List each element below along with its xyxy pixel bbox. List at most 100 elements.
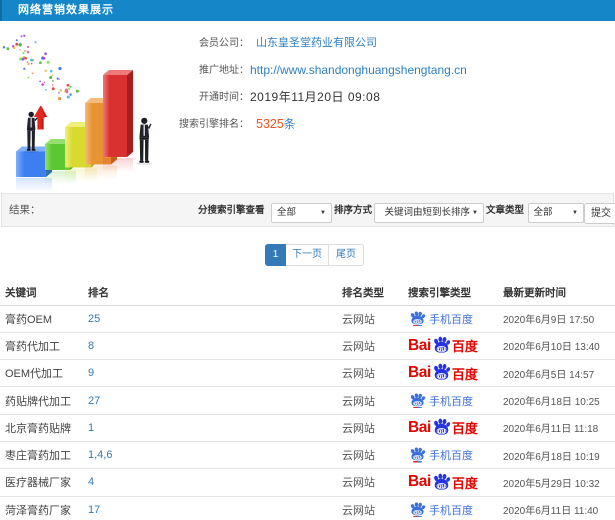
engine-filter-label: 分搜索引擎查看 [198,205,265,216]
chevron-down-icon: ▼ [320,209,326,216]
engine-label: 手机百度 [429,450,473,463]
rank-type-cell: 云网站 [337,359,403,388]
engine-label: 手机百度 [429,504,473,517]
baidu-logo: Bai du 百度 [408,418,498,438]
page-1-button[interactable]: 1 [265,244,286,266]
mobile-baidu-logo: du 手机百度 [409,447,498,463]
info-row: 会员公司： 山东皇圣堂药业有限公司 [175,30,615,57]
paw-du-label: du [414,510,422,516]
title-bar: 网络营销效果展示 [0,0,615,21]
keyword-cell: 膏药代加工 [0,332,83,361]
baidu-wordmark-bai: Bai [408,473,431,491]
engine-cell: du 手机百度 [403,386,498,415]
article-type-select[interactable]: 全部 ▼ [527,202,584,223]
info-row: 推广地址： http://www.shandonghuangshengtang.c… [175,57,615,84]
column-header: 搜索引擎类型 [403,281,498,306]
paw-du-label: du [414,401,422,407]
updated-cell: 2020年6月11日 11:40 [498,496,615,520]
keyword-rank-table: 关键词 排名 排名类型 搜索引擎类型 最新更新时间 膏药OEM 25 云网站 du 手机百度 20… [0,281,615,520]
rank-type-cell: 云网站 [337,305,403,333]
sort-select[interactable]: 关键词由短到长排序 ▼ [374,202,484,223]
engine-select[interactable]: 全部 ▼ [271,202,332,223]
rank-link[interactable]: 4 [83,468,337,497]
mobile-baidu-logo: du 手机百度 [409,393,498,409]
table-row: 医疗器械厂家 4 云网站 Bai du 百度 2020年5月29日 10:32 [0,468,615,497]
info-value: 5325条 [256,117,296,131]
filter-bar: 结果： 分搜索引擎查看 全部 ▼ 排序方式 关键词由短到长排序 ▼ 文章类型 全… [1,193,615,227]
info-label: 搜索引擎排名： [179,119,249,130]
baidu-wordmark-cn: 百度 [451,475,478,491]
paw-du-label: du [438,483,446,490]
paw-du-label: du [414,319,422,325]
paw-du-label: du [438,374,446,381]
baidu-wordmark-cn: 百度 [451,421,478,437]
column-header: 最新更新时间 [498,281,615,306]
baidu-wordmark-bai: Bai [408,364,431,382]
rank-link[interactable]: 9 [83,359,337,388]
updated-cell: 2020年6月11日 11:18 [498,414,615,442]
baidu-wordmark-cn: 百度 [451,339,478,355]
column-header: 排名类型 [337,281,403,306]
baidu-paw-icon: du [409,502,426,518]
chevron-down-icon: ▼ [472,209,478,216]
rank-link[interactable]: 8 [83,332,337,361]
updated-cell: 2020年6月5日 14:57 [498,359,615,388]
baidu-paw-icon: du [409,311,426,327]
mobile-baidu-logo: du 手机百度 [409,311,498,327]
baidu-wordmark-cn: 百度 [451,366,478,382]
table-row: 药贴牌代加工 27 云网站 du 手机百度 2020年6月18日 10:25 [0,386,615,415]
pagination: 1 下一页 尾页 [265,244,364,266]
updated-cell: 2020年6月18日 10:19 [498,441,615,470]
last-page-button[interactable]: 尾页 [329,244,364,266]
baidu-wordmark-bai: Bai [408,336,431,354]
keyword-cell: 膏药OEM [0,305,83,333]
table-row: 枣庄膏药加工 1,4,6 云网站 du 手机百度 2020年6月18日 10:19 [0,441,615,470]
rank-type-cell: 云网站 [337,441,403,470]
engine-label: 手机百度 [429,395,473,408]
engine-cell: Bai du 百度 [403,414,498,442]
rank-link[interactable]: 17 [83,496,337,520]
baidu-logo: Bai du 百度 [408,363,498,383]
info-value: 2019年11月20日 09:08 [250,90,381,104]
rank-link[interactable]: 1 [83,414,337,442]
member-info-panel: 会员公司： 山东皇圣堂药业有限公司 推广地址： http://www.shandong… [175,30,615,138]
rank-type-cell: 云网站 [337,332,403,361]
info-value-link[interactable]: http://www.shandonghuangshengtang.cn [250,57,467,84]
keyword-cell: 菏泽膏药厂家 [0,496,83,520]
rank-link[interactable]: 1,4,6 [83,441,337,470]
info-value-link[interactable]: 山东皇圣堂药业有限公司 [256,30,377,57]
next-page-button[interactable]: 下一页 [286,244,329,266]
info-label: 推广地址： [199,65,249,76]
engine-cell: Bai du 百度 [403,468,498,497]
baidu-paw-icon: du [409,447,426,463]
sort-label: 排序方式 [334,205,373,216]
info-label: 会员公司： [199,38,249,49]
keyword-cell: 药贴牌代加工 [0,386,83,415]
baidu-paw-icon: du [432,418,451,436]
mobile-baidu-logo: du 手机百度 [409,502,498,518]
table-row: 北京膏药贴牌 1 云网站 Bai du 百度 2020年6月11日 11:18 [0,414,615,442]
rank-type-cell: 云网站 [337,496,403,520]
rank-link[interactable]: 25 [83,305,337,333]
keyword-cell: OEM代加工 [0,359,83,388]
page-title: 网络营销效果展示 [18,4,114,16]
info-label: 开通时间： [199,92,249,103]
baidu-logo: Bai du 百度 [408,336,498,356]
updated-cell: 2020年6月9日 17:50 [498,305,615,333]
baidu-paw-icon: du [432,336,451,354]
updated-cell: 2020年5月29日 10:32 [498,468,615,497]
baidu-wordmark-bai: Bai [408,418,431,436]
table-row: 膏药OEM 25 云网站 du 手机百度 2020年6月9日 17:50 [0,305,615,333]
article-type-label: 文章类型 [486,205,525,216]
updated-cell: 2020年6月10日 13:40 [498,332,615,361]
engine-label: 手机百度 [429,313,473,326]
column-header: 关键词 [0,281,83,306]
submit-button[interactable]: 提交 [584,202,615,224]
rank-type-cell: 云网站 [337,414,403,442]
rank-type-cell: 云网站 [337,468,403,497]
column-header: 排名 [83,281,337,306]
select-value: 全部 [533,206,553,218]
info-row: 开通时间： 2019年11月20日 09:08 [175,84,615,111]
rank-link[interactable]: 27 [83,386,337,415]
table-row: OEM代加工 9 云网站 Bai du 百度 2020年6月5日 14:57 [0,359,615,388]
